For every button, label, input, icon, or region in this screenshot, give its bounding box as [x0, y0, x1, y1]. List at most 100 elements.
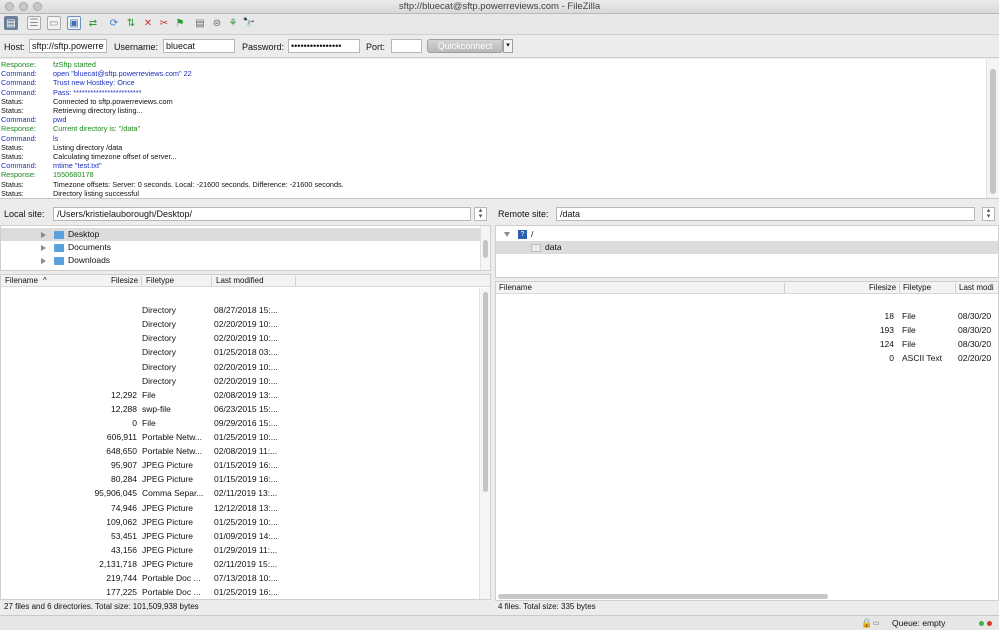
local-file-row[interactable]: IMG_1395.JPG2,131,718JPEG Picture02/11/2…: [1, 557, 490, 571]
remote-path-dropdown[interactable]: ▴ ▾: [982, 207, 995, 221]
host-input[interactable]: [29, 39, 107, 53]
local-file-row[interactable]: 50506374_23043,156JPEG Picture01/29/2019…: [1, 543, 490, 557]
filter-icon[interactable]: ▤: [193, 16, 207, 30]
log-scrollbar-thumb[interactable]: [990, 69, 996, 194]
toggle-message-log-icon[interactable]: ☰: [27, 16, 41, 30]
log-scrollbar[interactable]: [986, 59, 999, 198]
remote-file-row[interactable]: .bash_profile193File08/30/20: [496, 323, 998, 337]
local-file-list[interactable]: Filename ^ Filesize Filetype Last modifi…: [0, 274, 491, 600]
file-size: 53,451: [111, 530, 137, 541]
column-filename[interactable]: Filename: [499, 282, 532, 294]
tree-item-desktop[interactable]: Desktop: [1, 228, 481, 241]
remote-file-list[interactable]: Filename Filesize Filetype Last modi ...…: [495, 281, 999, 601]
speed-limit-icon[interactable]: ▭: [873, 619, 880, 627]
local-file-row[interactable]: 48403366_102109,062JPEG Picture01/25/201…: [1, 515, 490, 529]
file-modified: 07/13/2018 10:...: [214, 573, 278, 583]
file-type: File: [142, 417, 156, 428]
local-file-row[interactable]: ..: [1, 289, 490, 303]
remote-list-horizontal-scrollbar[interactable]: [498, 594, 828, 599]
file-modified: 01/25/2019 10:...: [214, 516, 278, 527]
local-directory-tree[interactable]: Desktop Documents Downloads: [0, 225, 491, 271]
local-file-row[interactable]: .DS_Store12,292File02/08/2019 13:...: [1, 388, 490, 402]
local-tree-scrollbar-thumb[interactable]: [483, 240, 488, 258]
log-message: Calculating timezone offset of server...: [53, 152, 177, 161]
remote-file-row[interactable]: ..: [496, 295, 998, 309]
toggle-remote-tree-icon[interactable]: ▣: [67, 16, 81, 30]
expand-icon[interactable]: [41, 231, 46, 238]
local-file-row[interactable]: 29683990_10280,284JPEG Picture01/15/2019…: [1, 472, 490, 486]
local-file-row[interactable]: IntranetDirectory02/20/2019 10:...: [1, 317, 490, 331]
column-filesize[interactable]: Filesize: [111, 275, 138, 287]
disconnect-icon[interactable]: ✂: [157, 16, 171, 30]
local-file-row[interactable]: Postman.appDirectory01/25/2018 03:...: [1, 345, 490, 359]
column-filetype[interactable]: Filetype: [146, 275, 174, 287]
message-log[interactable]: Response: fzSftp started Command: open "blu…: [0, 59, 999, 199]
remote-path-input[interactable]: /data: [556, 207, 975, 221]
reconnect-icon[interactable]: ⚑: [173, 16, 187, 30]
toggle-local-tree-icon[interactable]: ▭: [47, 16, 61, 30]
file-type: File: [142, 389, 156, 400]
site-manager-icon[interactable]: ▤: [4, 16, 18, 30]
log-type: Status:: [1, 152, 24, 161]
search-icon[interactable]: 🔭: [242, 16, 256, 30]
compare-icon[interactable]: ⊜: [210, 16, 224, 30]
tree-item-downloads[interactable]: Downloads: [1, 254, 110, 267]
sort-ascending-icon[interactable]: ^: [43, 275, 47, 287]
cancel-icon[interactable]: ✕: [141, 16, 155, 30]
file-size: 193: [879, 325, 894, 336]
lock-icon[interactable]: 🔒: [861, 618, 872, 629]
local-file-list-header: Filename ^ Filesize Filetype Last modifi…: [1, 275, 490, 287]
local-list-scrollbar[interactable]: [479, 288, 490, 599]
username-input[interactable]: [163, 39, 235, 53]
remote-file-row[interactable]: .bash_logout18File08/30/20: [496, 309, 998, 323]
column-filesize[interactable]: Filesize: [869, 282, 896, 294]
log-message: open "bluecat@sftp.powerreviews.com" 22: [53, 69, 192, 79]
tree-item-documents[interactable]: Documents: [1, 241, 111, 254]
file-modified: 02/20/20: [958, 353, 992, 364]
local-file-row[interactable]: .ShoppingCh...12,288swp-file06/23/2015 1…: [1, 402, 490, 416]
sync-browse-icon[interactable]: ⚘: [226, 16, 240, 30]
local-path-dropdown[interactable]: ▴ ▾: [474, 207, 487, 221]
local-tree-scrollbar[interactable]: [480, 226, 490, 270]
expand-icon[interactable]: [41, 257, 46, 264]
local-file-row[interactable]: Internal-5668.219,744Portable Doc ...07/…: [1, 571, 490, 585]
remote-file-row[interactable]: test.txt0ASCII Text02/20/20: [496, 351, 998, 365]
local-path-input[interactable]: /Users/kristielauborough/Desktop/: [53, 207, 471, 221]
tree-item-root[interactable]: ? /: [504, 228, 533, 241]
refresh-icon[interactable]: ⟳: [107, 16, 121, 30]
file-modified: 06/23/2015 15:...: [214, 403, 278, 414]
remote-directory-tree[interactable]: ? / data: [495, 225, 999, 278]
quickconnect-button[interactable]: Quickconnect: [427, 39, 503, 53]
password-input[interactable]: [288, 39, 360, 53]
local-file-row[interactable]: 48362493_10174,946JPEG Picture12/12/2018…: [1, 501, 490, 515]
file-modified: 01/15/2019 16:...: [214, 474, 278, 485]
local-file-row[interactable]: RandomDirectory02/20/2019 10:...: [1, 360, 490, 374]
local-file-row[interactable]: 2019-02-08....648,650Portable Netw...02/…: [1, 444, 490, 458]
expand-icon[interactable]: [41, 244, 46, 251]
quickconnect-dropdown-button[interactable]: ▾: [503, 39, 513, 53]
local-file-row[interactable]: PhotosDirectory02/20/2019 10:...: [1, 331, 490, 345]
log-message: pwd: [53, 115, 67, 125]
local-file-row[interactable]: Useful stuffDirectory02/20/2019 10:...: [1, 374, 490, 388]
remote-file-row[interactable]: .bashrc124File08/30/20: [496, 337, 998, 351]
column-filetype[interactable]: Filetype: [903, 282, 931, 294]
collapse-icon[interactable]: [504, 232, 510, 238]
file-size: 0: [889, 353, 894, 364]
port-input[interactable]: [391, 39, 422, 53]
local-list-scrollbar-thumb[interactable]: [483, 292, 488, 492]
column-filename[interactable]: Filename: [5, 275, 38, 287]
local-file-row[interactable]: 21462524_10295,907JPEG Picture01/15/2019…: [1, 458, 490, 472]
process-queue-icon[interactable]: ⇅: [124, 16, 138, 30]
local-file-row[interactable]: Customer DocsDirectory08/27/2018 15:...: [1, 303, 490, 317]
column-last-modified[interactable]: Last modified: [216, 275, 264, 287]
transfer-queue-icon[interactable]: ⇄: [86, 16, 100, 30]
local-file-row[interactable]: PowerReview...177,225Portable Doc ...01/…: [1, 585, 490, 599]
file-size: 95,907: [111, 460, 137, 471]
local-file-row[interactable]: .localized0File09/29/2016 15:...: [1, 416, 490, 430]
column-last-modified[interactable]: Last modi: [959, 282, 994, 294]
file-size: 12,292: [111, 389, 137, 400]
local-file-row[interactable]: 2019-01-25....606,911Portable Netw...01/…: [1, 430, 490, 444]
tree-item-data[interactable]: data: [496, 241, 998, 254]
local-file-row[interactable]: 49721952_10153,451JPEG Picture01/09/2019…: [1, 529, 490, 543]
local-file-row[interactable]: 311_Service_...95,906,045Comma Separ...0…: [1, 486, 490, 500]
